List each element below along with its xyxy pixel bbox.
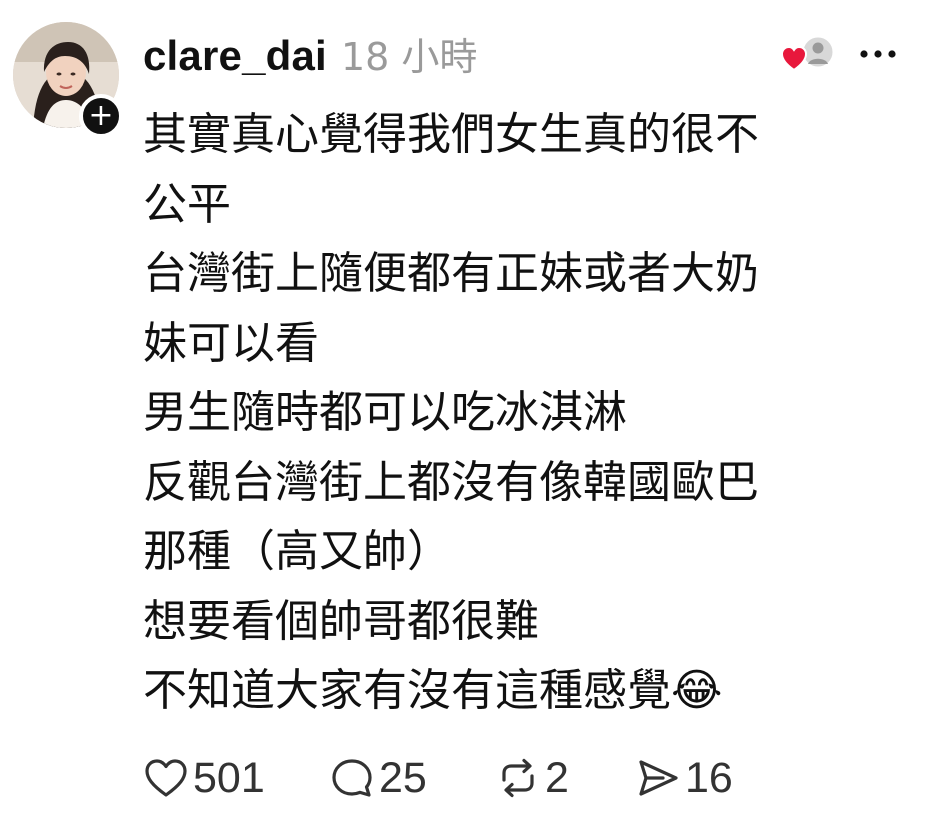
post-line: 想要看個帥哥都很難	[143, 595, 539, 647]
reply-button[interactable]: 25	[329, 754, 495, 803]
like-button[interactable]: 501	[143, 754, 329, 803]
plus-icon: +	[88, 98, 114, 133]
share-count: 16	[685, 753, 733, 802]
post-body: 其實真心覺得我們女生真的很不 公平台灣街上隨便都有正妹或者大奶 妹可以看男生隨時都可…	[143, 100, 883, 726]
repost-icon	[502, 758, 534, 798]
post-line: 男生隨時都可以吃冰淇淋	[143, 387, 627, 438]
heart-with-avatar-icon	[780, 34, 836, 72]
share-button[interactable]: 16	[635, 754, 733, 803]
post-line: 不知道大家有沒有這種感覺😂	[143, 665, 723, 716]
username[interactable]: clare_dai	[143, 32, 327, 80]
follow-button[interactable]: +	[79, 94, 123, 138]
reply-count: 25	[379, 753, 427, 802]
post-line: 公平	[143, 178, 231, 230]
more-options-button[interactable]	[856, 36, 900, 72]
like-count: 501	[193, 753, 265, 802]
action-bar: 501 25 2 16	[143, 750, 733, 806]
post-header: clare_dai 18 小時	[143, 26, 477, 82]
speech-bubble-icon	[332, 759, 372, 797]
post-line: 反觀台灣街上都沒有像韓國歐巴	[143, 456, 759, 508]
heart-icon	[145, 759, 187, 797]
send-icon	[639, 760, 678, 796]
post-line: 那種（高又帥）	[143, 526, 451, 577]
post-line: 妹可以看	[143, 317, 319, 369]
more-dots-icon	[860, 50, 896, 58]
repost-button[interactable]: 2	[495, 754, 635, 803]
timestamp: 18 小時	[340, 35, 478, 79]
post-line: 台灣街上隨便都有正妹或者大奶	[143, 248, 759, 299]
repost-count: 2	[545, 753, 569, 802]
post-line: 其實真心覺得我們女生真的很不	[143, 109, 759, 160]
liked-by-indicator[interactable]	[780, 34, 838, 76]
